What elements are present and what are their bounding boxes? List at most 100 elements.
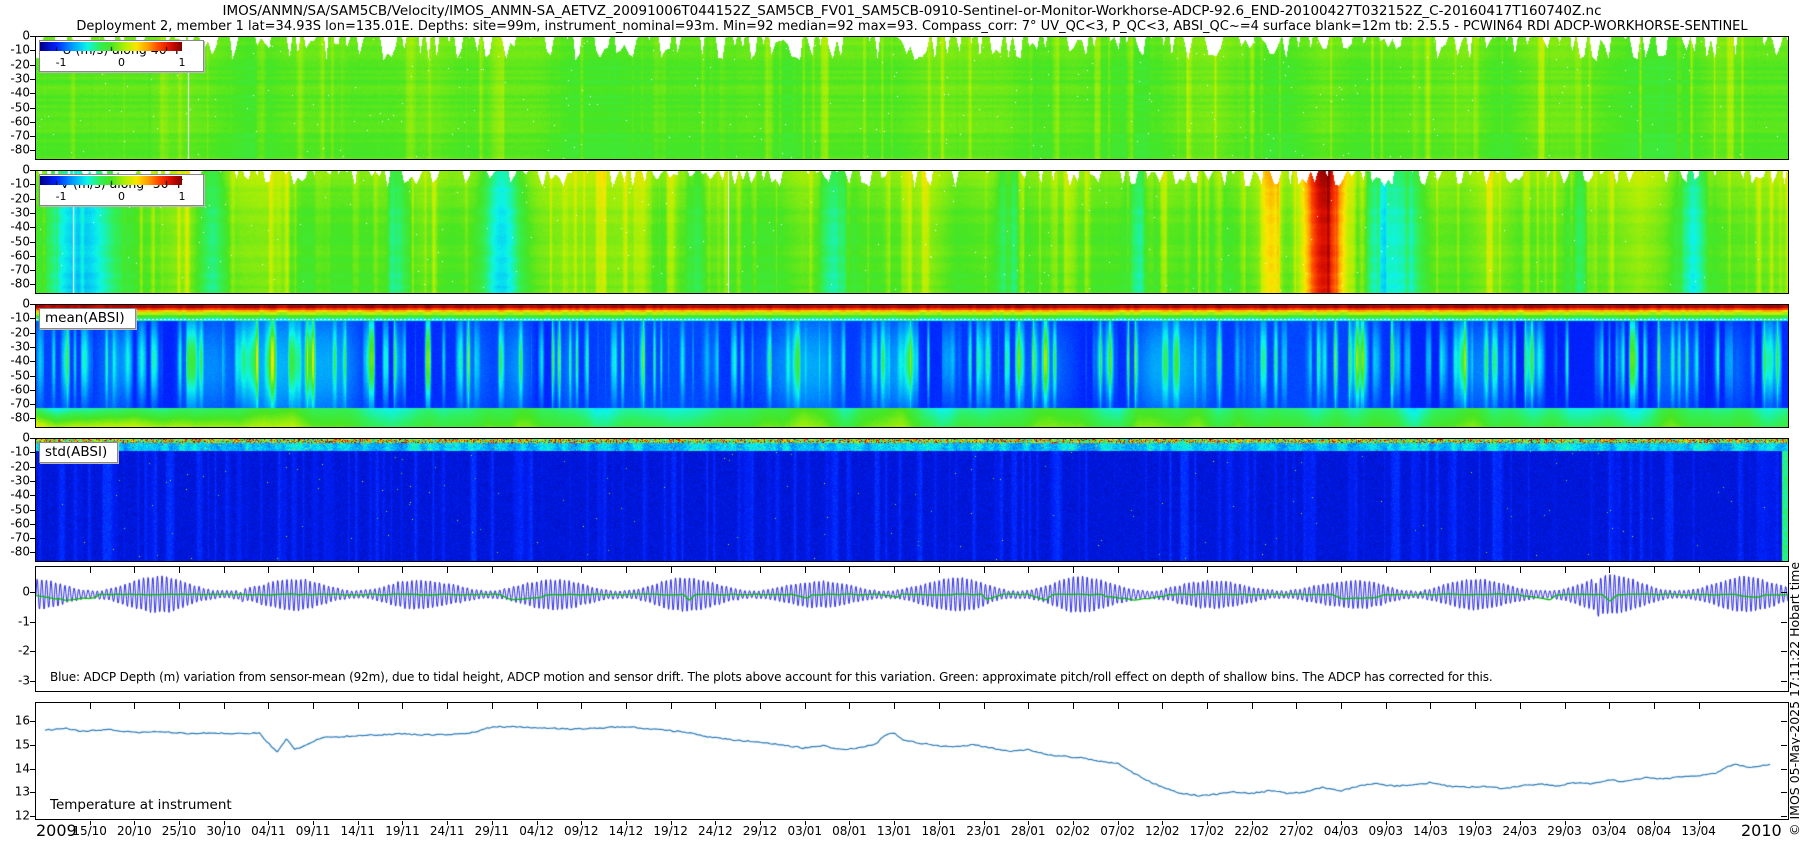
x-tick-mark: [626, 821, 627, 825]
x-tick-mark: [358, 821, 359, 825]
x-tick-mark-top: [760, 703, 761, 709]
x-tick-label: 19/12: [653, 824, 688, 838]
x-tick-mark: [1475, 821, 1476, 825]
y-tick-mark: [30, 681, 35, 682]
y-tick-label: 0: [1, 164, 30, 177]
x-tick-mark-top: [715, 703, 716, 709]
x-tick-mark: [1296, 821, 1297, 825]
y-tick-label: -30: [1, 72, 30, 85]
y-tick-label: -70: [1, 264, 30, 277]
y-tick-mark: [30, 452, 35, 453]
y-tick-mark-right: [1781, 816, 1787, 817]
y-tick-mark: [30, 438, 35, 439]
figure-title: IMOS/ANMN/SA/SAM5CB/Velocity/IMOS_ANMN-S…: [35, 3, 1789, 19]
y-tick-mark: [30, 304, 35, 305]
x-tick-mark-top: [134, 703, 135, 709]
x-tick-mark: [1520, 821, 1521, 825]
y-tick-mark: [30, 769, 35, 770]
y-tick-mark-right: [1781, 745, 1787, 746]
x-tick-label: 04/12: [519, 824, 554, 838]
x-tick-label: 13/04: [1681, 824, 1716, 838]
x-tick-mark-top: [134, 567, 135, 573]
x-tick-mark: [1073, 821, 1074, 825]
year-label-right: 2010: [1741, 821, 1782, 840]
y-tick-mark: [30, 467, 35, 468]
x-tick-mark: [849, 821, 850, 825]
x-tick-label: 29/12: [743, 824, 778, 838]
y-tick-label: -10: [1, 178, 30, 191]
mean-absi-heatmap: [36, 305, 1788, 427]
imos-watermark: © IMOS 05-May-2025 17:11:22 Hobart time: [1787, 562, 1800, 836]
x-tick-mark: [537, 821, 538, 825]
adcp-figure: IMOS/ANMN/SA/SAM5CB/Velocity/IMOS_ANMN-S…: [0, 0, 1800, 850]
v-colorbar-tick: 1: [178, 190, 185, 203]
x-tick-mark-top: [1341, 567, 1342, 573]
y-tick-mark: [30, 592, 35, 593]
x-tick-label: 24/11: [430, 824, 465, 838]
x-tick-mark-top: [849, 567, 850, 573]
x-tick-mark-top: [671, 567, 672, 573]
u-colorbar-tick: -1: [56, 56, 67, 69]
x-tick-mark: [805, 821, 806, 825]
x-tick-label: 04/11: [251, 824, 286, 838]
x-tick-mark: [1207, 821, 1208, 825]
y-tick-mark: [30, 495, 35, 496]
x-tick-label: 09/03: [1368, 824, 1403, 838]
depth-variation-caption: Blue: ADCP Depth (m) variation from sens…: [50, 670, 1493, 684]
y-tick-mark: [30, 122, 35, 123]
x-tick-mark: [1699, 821, 1700, 825]
x-tick-label: 29/11: [475, 824, 510, 838]
y-tick-label: -20: [1, 192, 30, 205]
y-tick-label: 0: [1, 432, 30, 445]
x-tick-label: 14/03: [1413, 824, 1448, 838]
x-tick-mark: [402, 821, 403, 825]
x-tick-label: 20/10: [117, 824, 152, 838]
x-tick-label: 18/01: [922, 824, 957, 838]
x-tick-mark-top: [1565, 703, 1566, 709]
y-tick-label: -30: [1, 340, 30, 353]
x-tick-mark-top: [849, 703, 850, 709]
x-tick-label: 04/03: [1324, 824, 1359, 838]
u-colorbar-tick: 0: [118, 56, 125, 69]
x-tick-label: 19/03: [1458, 824, 1493, 838]
y-tick-mark: [30, 93, 35, 94]
u-velocity-heatmap: [36, 37, 1788, 159]
y-tick-label: -60: [1, 249, 30, 262]
x-tick-label: 17/02: [1190, 824, 1225, 838]
panel-depth-variation: Blue: ADCP Depth (m) variation from sens…: [35, 566, 1789, 692]
x-tick-mark: [894, 821, 895, 825]
temperature-label: Temperature at instrument: [50, 797, 232, 813]
x-tick-mark-top: [1609, 567, 1610, 573]
y-tick-label: -60: [1, 115, 30, 128]
u-colorbar: [40, 42, 182, 51]
x-tick-mark: [1341, 821, 1342, 825]
x-tick-mark-top: [402, 567, 403, 573]
x-tick-mark-top: [358, 703, 359, 709]
y-tick-mark: [30, 242, 35, 243]
y-tick-label: -40: [1, 489, 30, 502]
x-tick-mark-top: [1028, 703, 1029, 709]
x-tick-mark: [492, 821, 493, 825]
x-tick-mark-top: [447, 703, 448, 709]
y-tick-label: -70: [1, 398, 30, 411]
x-tick-mark-top: [1654, 703, 1655, 709]
panel-mean-absi: mean(ABSI): [35, 304, 1789, 428]
x-tick-label: 14/11: [340, 824, 375, 838]
y-tick-mark: [30, 651, 35, 652]
panel-v-velocity: V (m/s) along -50°T -1 0 1: [35, 170, 1789, 294]
x-tick-mark-top: [1699, 703, 1700, 709]
x-tick-mark-top: [626, 567, 627, 573]
y-tick-mark: [30, 376, 35, 377]
y-tick-label: 0: [1, 30, 30, 43]
x-tick-label: 28/01: [1011, 824, 1046, 838]
y-tick-mark-right: [1781, 769, 1787, 770]
x-tick-mark-top: [1252, 703, 1253, 709]
y-tick-mark: [30, 270, 35, 271]
y-tick-mark: [30, 65, 35, 66]
x-tick-mark-top: [671, 703, 672, 709]
temperature-plot: [36, 703, 1788, 819]
x-tick-mark-top: [581, 703, 582, 709]
x-tick-mark: [1609, 821, 1610, 825]
y-tick-mark: [30, 538, 35, 539]
y-tick-mark: [30, 184, 35, 185]
